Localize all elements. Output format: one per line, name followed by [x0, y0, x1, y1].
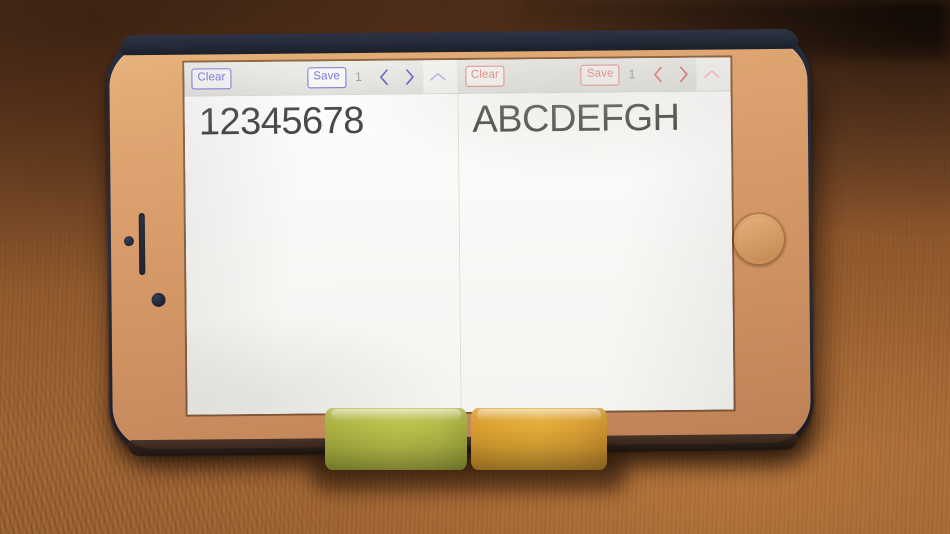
photo-scene: Clear Save 1 12345678 Clear Save 1 ABCDE…	[0, 0, 950, 534]
stand-cylinder-right	[471, 408, 607, 470]
toolbar-right: Clear Save 1	[457, 57, 731, 95]
canvas-text-right: ABCDEFGH	[472, 96, 680, 141]
home-button[interactable]	[731, 211, 787, 267]
stand-cylinder-right-sheen	[477, 409, 601, 421]
phone-stand	[311, 408, 627, 492]
clear-button-left[interactable]: Clear	[191, 68, 232, 90]
volume-up-button[interactable]	[123, 236, 135, 247]
pane-right: Clear Save 1 ABCDEFGH	[456, 57, 734, 413]
toolbar-right-spacer	[505, 75, 581, 76]
save-button-left[interactable]: Save	[307, 67, 347, 89]
chevron-right-icon-left-pane[interactable]	[397, 68, 423, 85]
iphone-device: Clear Save 1 12345678 Clear Save 1 ABCDE…	[106, 28, 814, 457]
chevron-up-icon-left-pane[interactable]	[425, 71, 451, 82]
stand-cylinder-left-sheen	[331, 409, 461, 421]
toolbar-left-spacer	[231, 78, 307, 79]
volume-down-button[interactable]	[151, 292, 166, 307]
pane-left: Clear Save 1 12345678	[184, 60, 461, 415]
page-number-right: 1	[628, 67, 636, 82]
save-button-right[interactable]: Save	[580, 64, 620, 86]
stand-cylinder-left	[325, 408, 467, 470]
chevron-left-icon-right-pane[interactable]	[644, 66, 670, 83]
text-canvas-left[interactable]: 12345678	[184, 94, 461, 415]
text-canvas-right[interactable]: ABCDEFGH	[458, 91, 734, 412]
split-screen-app: Clear Save 1 12345678 Clear Save 1 ABCDE…	[184, 57, 734, 415]
mute-switch[interactable]	[138, 213, 146, 276]
phone-screen: Clear Save 1 12345678 Clear Save 1 ABCDE…	[184, 57, 734, 415]
clear-button-right[interactable]: Clear	[464, 65, 505, 87]
page-number-left: 1	[354, 70, 362, 85]
chevron-up-icon-right-pane[interactable]	[698, 68, 724, 79]
chevron-right-icon-right-pane[interactable]	[670, 66, 696, 83]
toolbar-left: Clear Save 1	[184, 60, 458, 97]
canvas-text-left: 12345678	[198, 99, 365, 144]
chevron-left-icon-left-pane[interactable]	[371, 69, 397, 86]
